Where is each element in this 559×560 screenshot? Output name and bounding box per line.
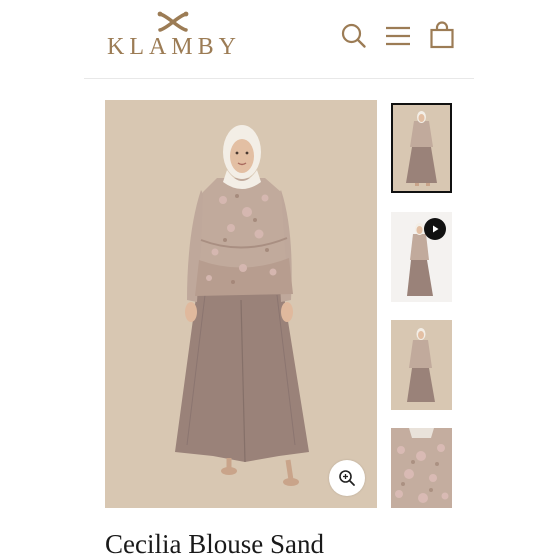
- menu-icon[interactable]: [380, 18, 416, 54]
- search-icon[interactable]: [336, 18, 372, 54]
- model-figure: [175, 125, 309, 486]
- header-divider: [84, 78, 474, 79]
- product-title: Cecilia Blouse Sand: [105, 529, 324, 559]
- logo-mark-icon: [157, 11, 189, 32]
- thumbnail-fabric-detail[interactable]: [391, 428, 452, 508]
- cart-icon[interactable]: [424, 18, 460, 54]
- zoom-button[interactable]: [329, 460, 365, 496]
- thumbnail-side-view[interactable]: [391, 320, 452, 410]
- thumbnail-video[interactable]: [391, 212, 452, 302]
- play-icon: [433, 225, 439, 233]
- brand-logo[interactable]: KLAMBY: [100, 8, 248, 64]
- thumbnail-front-view[interactable]: [391, 103, 452, 193]
- main-product-image[interactable]: [105, 100, 377, 508]
- thumbnail-model: [406, 111, 437, 186]
- fabric-pattern: [391, 428, 452, 508]
- brand-name: KLAMBY: [106, 34, 241, 60]
- thumbnail-model: [407, 328, 435, 402]
- site-header: KLAMBY: [0, 0, 559, 80]
- zoom-in-icon: [339, 470, 355, 486]
- play-button[interactable]: [424, 218, 446, 240]
